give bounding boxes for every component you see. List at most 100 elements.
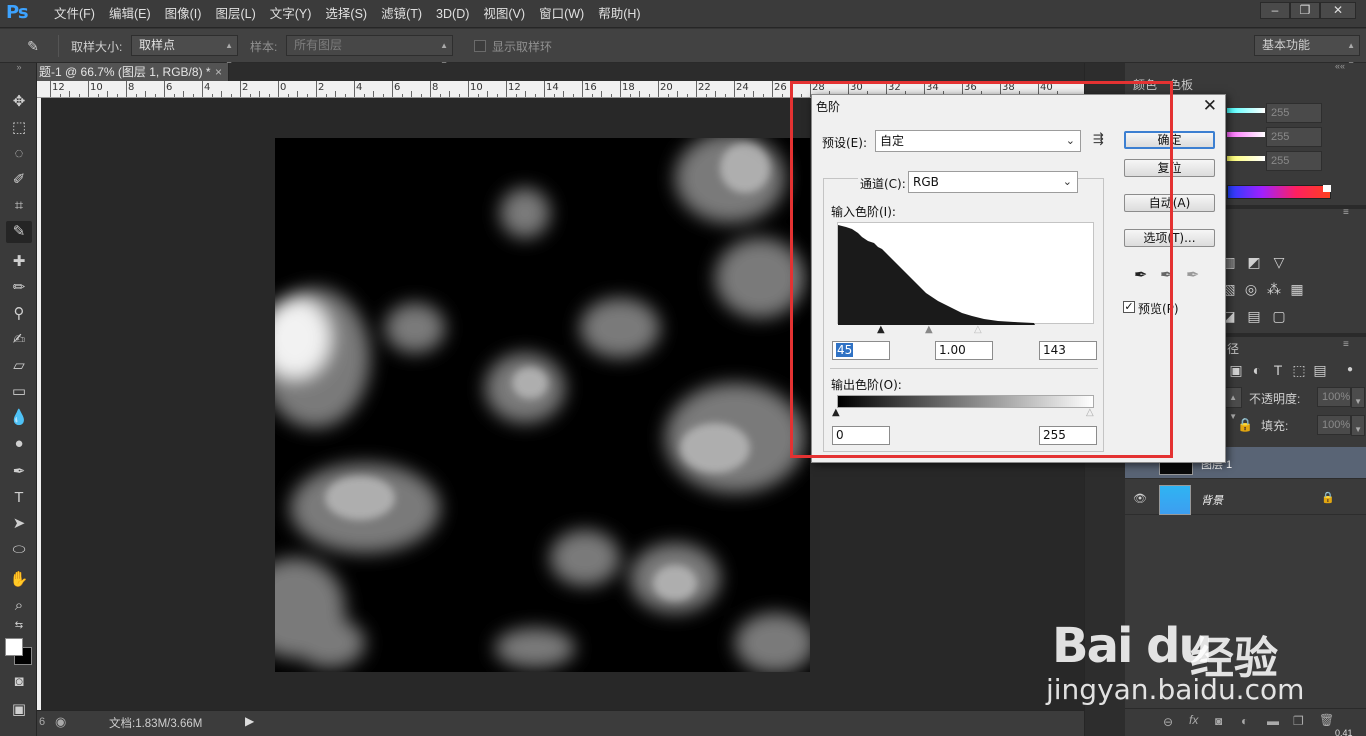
fill-dropdown[interactable]: ▼ [1351, 415, 1365, 436]
workspace-select[interactable]: 基本功能 ▲▼ [1254, 35, 1360, 69]
menu-window[interactable]: 窗口(W) [532, 0, 591, 28]
adjustment-layer-icon[interactable]: ◐ [1241, 714, 1248, 728]
fx-icon[interactable]: fx [1189, 713, 1198, 727]
visibility-eye-icon[interactable]: 👁 [1133, 492, 1147, 505]
filter-pixel-icon[interactable]: ▣ [1227, 362, 1245, 378]
reset-button[interactable]: 复位 [1124, 159, 1215, 177]
close-tab-icon[interactable]: × [215, 63, 222, 81]
fill-field[interactable]: 100% [1317, 415, 1351, 435]
channel-select[interactable]: RGB ⌄ [908, 171, 1078, 193]
new-layer-icon[interactable]: ❐ [1293, 714, 1304, 728]
blur-tool-icon[interactable]: 💧 [6, 407, 32, 429]
menu-edit[interactable]: 编辑(E) [102, 0, 158, 28]
slider-value-1[interactable]: 255 [1266, 103, 1322, 123]
input-black-field[interactable]: 45 [832, 341, 890, 360]
healing-brush-tool-icon[interactable]: ✚ [6, 251, 32, 273]
output-black-slider-icon[interactable]: ▲ [832, 407, 840, 418]
tab-color[interactable]: 颜色 [1133, 76, 1157, 93]
layer-name[interactable]: 背景 [1201, 492, 1223, 508]
crop-tool-icon[interactable]: ⌗ [6, 195, 32, 217]
gradient-map-adjust-icon[interactable]: ▽ [1270, 254, 1288, 270]
gradient-tool-icon[interactable]: ▭ [6, 381, 32, 403]
yellow-slider[interactable] [1227, 156, 1265, 161]
black-point-slider-icon[interactable]: ▲ [877, 324, 885, 335]
eraser-tool-icon[interactable]: ▱ [6, 355, 32, 377]
minimize-button[interactable]: – [1260, 2, 1290, 19]
dodge-tool-icon[interactable]: ● [6, 433, 32, 455]
history-brush-tool-icon[interactable]: ✍ [6, 329, 32, 351]
close-window-button[interactable]: ✕ [1320, 2, 1356, 19]
menu-help[interactable]: 帮助(H) [591, 0, 647, 28]
path-select-tool-icon[interactable]: ➤ [6, 513, 32, 535]
tab-paths[interactable]: 径 [1227, 340, 1239, 357]
layer-row-background[interactable]: 👁 背景 🔒 [1125, 483, 1366, 515]
menu-filter[interactable]: 滤镜(T) [374, 0, 429, 28]
color-spectrum-bar[interactable] [1227, 185, 1331, 199]
marquee-tool-icon[interactable]: ⬚ [6, 117, 32, 139]
tab-swatches[interactable]: 色板 [1169, 76, 1193, 93]
type-tool-icon[interactable]: T [6, 487, 32, 509]
clone-stamp-tool-icon[interactable]: ⚲ [6, 303, 32, 325]
doc-info-icon[interactable]: ◉ [55, 714, 66, 730]
menu-image[interactable]: 图像(I) [158, 0, 209, 28]
white-swatch[interactable] [1323, 185, 1331, 192]
lock-all-icon[interactable]: 🔒 [1237, 417, 1253, 433]
preset-options-icon[interactable]: ⇶ [1093, 132, 1104, 147]
options-button[interactable]: 选项(T)... [1124, 229, 1215, 247]
gray-eyedropper-icon[interactable]: ✒ [1160, 265, 1173, 284]
curves-adjust-icon[interactable]: ◩ [1245, 254, 1263, 270]
screen-mode-icon[interactable]: ▣ [6, 699, 32, 721]
magenta-slider[interactable] [1227, 132, 1265, 137]
show-ring-checkbox[interactable] [474, 40, 486, 52]
add-mask-icon[interactable]: ◙ [1215, 714, 1222, 728]
slider-value-2[interactable]: 255 [1266, 127, 1322, 147]
zoom-level-fragment[interactable]: 6 [39, 716, 45, 728]
status-menu-arrow-icon[interactable]: ▶ [245, 714, 254, 728]
opacity-dropdown[interactable]: ▼ [1351, 387, 1365, 408]
quick-select-tool-icon[interactable]: ✐ [6, 169, 32, 191]
menu-3d[interactable]: 3D(D) [429, 0, 476, 28]
panel-menu-icon[interactable]: ≡ [1343, 339, 1349, 350]
brush-tool-icon[interactable]: ✏ [6, 277, 32, 299]
filter-type-icon[interactable]: T [1269, 362, 1287, 378]
preview-checkbox[interactable]: ✓ [1123, 301, 1135, 313]
panel-menu-icon[interactable]: ≡ [1343, 207, 1349, 218]
output-white-field[interactable]: 255 [1039, 426, 1097, 445]
filter-shape-icon[interactable]: ⬚ [1290, 362, 1308, 378]
sample-select[interactable]: 所有图层 ▲▼ [286, 35, 453, 69]
filter-adjust-icon[interactable]: ◐ [1248, 362, 1266, 378]
close-dialog-icon[interactable]: ✕ [1203, 96, 1217, 116]
auto-button[interactable]: 自动(A) [1124, 194, 1215, 212]
foreground-color-swatch[interactable] [5, 638, 23, 656]
input-gamma-field[interactable]: 1.00 [935, 341, 993, 360]
output-white-slider-icon[interactable]: △ [1086, 407, 1094, 418]
filter-smart-icon[interactable]: ▤ [1311, 362, 1329, 378]
input-white-field[interactable]: 143 [1039, 341, 1097, 360]
hand-tool-icon[interactable]: ✋ [6, 569, 32, 591]
sample-size-select[interactable]: 取样点 ▲▼ [131, 35, 238, 69]
menu-select[interactable]: 选择(S) [318, 0, 374, 28]
collapse-panel-icon[interactable]: » [6, 62, 32, 74]
delete-layer-icon[interactable]: 🗑 [1319, 713, 1334, 727]
menu-view[interactable]: 视图(V) [476, 0, 532, 28]
swap-colors-icon[interactable]: ⇆ [6, 620, 32, 632]
black-eyedropper-icon[interactable]: ✒ [1134, 265, 1147, 284]
output-black-field[interactable]: 0 [832, 426, 890, 445]
eyedropper-tool-icon[interactable]: ✎ [6, 221, 32, 243]
quick-mask-icon[interactable]: ◙ [6, 671, 32, 693]
gamma-slider-icon[interactable]: ▲ [925, 324, 933, 335]
color-lookup-adjust-icon[interactable]: ▦ [1288, 281, 1306, 297]
move-tool-icon[interactable]: ✥ [6, 91, 32, 113]
new-group-icon[interactable]: ▬ [1267, 714, 1279, 728]
white-point-slider-icon[interactable]: △ [974, 324, 982, 335]
preset-select[interactable]: 自定 ⌄ [875, 130, 1081, 152]
eyedropper-preset-icon[interactable]: ✎ [20, 35, 46, 57]
restore-button[interactable]: ❐ [1290, 2, 1320, 19]
opacity-field[interactable]: 100% [1317, 387, 1351, 407]
zoom-tool-icon[interactable]: ⌕ [6, 595, 32, 617]
channel-mixer-adjust-icon[interactable]: ⁂ [1265, 281, 1283, 297]
selective-color-adjust-icon[interactable]: ▢ [1270, 308, 1288, 324]
ok-button[interactable]: 确定 [1124, 131, 1215, 149]
slider-value-3[interactable]: 255 [1266, 151, 1322, 171]
menu-file[interactable]: 文件(F) [47, 0, 102, 28]
